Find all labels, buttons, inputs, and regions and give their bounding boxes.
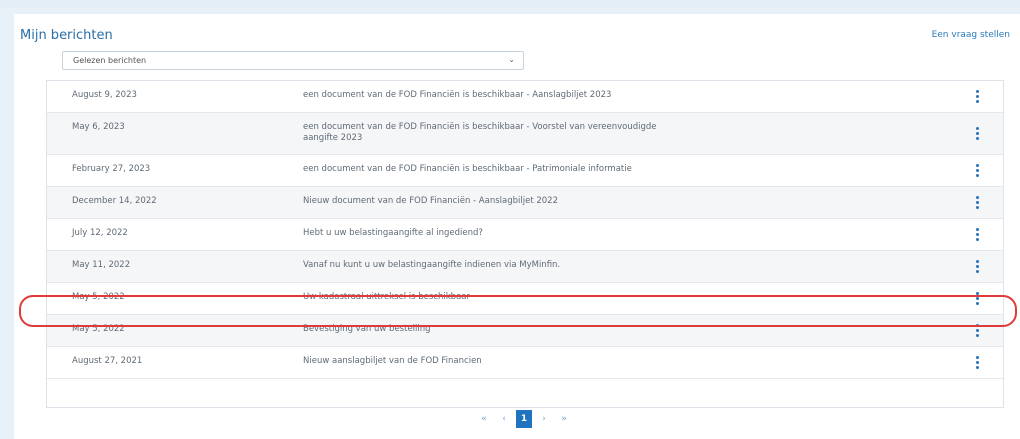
message-date: February 27, 2023 [72,164,151,174]
more-options-icon[interactable] [976,260,980,274]
filter-selected-value: Gelezen berichten [73,56,147,65]
more-options-icon[interactable] [976,127,980,141]
table-row[interactable]: August 27, 2021 Nieuw aanslagbiljet van … [47,347,1003,379]
table-row[interactable]: July 12, 2022 Hebt u uw belastingaangift… [47,219,1003,251]
message-subject[interactable]: een document van de FOD Financiën is bes… [303,90,683,101]
last-page-button[interactable]: » [556,410,572,428]
highlight-annotation [19,295,1017,327]
page-title: Mijn berichten [20,28,113,43]
more-options-icon[interactable] [976,228,980,242]
chevron-down-icon: ⌄ [508,55,515,64]
more-options-icon[interactable] [976,90,980,104]
more-options-icon[interactable] [976,356,980,370]
top-strip [0,0,1020,8]
message-subject[interactable]: Vanaf nu kunt u uw belastingaangifte ind… [303,260,683,271]
message-subject[interactable]: Nieuw document van de FOD Financiën - Aa… [303,196,683,207]
table-row[interactable]: May 11, 2022 Vanaf nu kunt u uw belastin… [47,251,1003,283]
message-date: July 12, 2022 [72,228,128,238]
message-date: December 14, 2022 [72,196,157,206]
table-row[interactable]: May 6, 2023 een document van de FOD Fina… [47,113,1003,155]
page-1-button[interactable]: 1 [516,410,532,428]
message-subject[interactable]: een document van de FOD Financiën is bes… [303,122,683,144]
message-date: May 11, 2022 [72,260,131,270]
next-page-button[interactable]: › [536,410,552,428]
table-row[interactable]: August 9, 2023 een document van de FOD F… [47,81,1003,113]
message-list: August 9, 2023 een document van de FOD F… [46,80,1004,408]
message-filter-select[interactable]: Gelezen berichten ⌄ [62,51,524,70]
table-row[interactable]: December 14, 2022 Nieuw document van de … [47,187,1003,219]
message-date: May 6, 2023 [72,122,125,132]
first-page-button[interactable]: « [476,410,492,428]
message-subject[interactable]: Hebt u uw belastingaangifte al ingediend… [303,228,683,239]
table-row[interactable]: February 27, 2023 een document van de FO… [47,155,1003,187]
message-subject[interactable]: een document van de FOD Financiën is bes… [303,164,683,175]
more-options-icon[interactable] [976,196,980,210]
message-date: August 9, 2023 [72,90,137,100]
more-options-icon[interactable] [976,164,980,178]
ask-question-link[interactable]: Een vraag stellen [932,30,1010,40]
message-subject[interactable]: Nieuw aanslagbiljet van de FOD Financien [303,356,683,367]
previous-page-button[interactable]: ‹ [496,410,512,428]
message-date: August 27, 2021 [72,356,143,366]
